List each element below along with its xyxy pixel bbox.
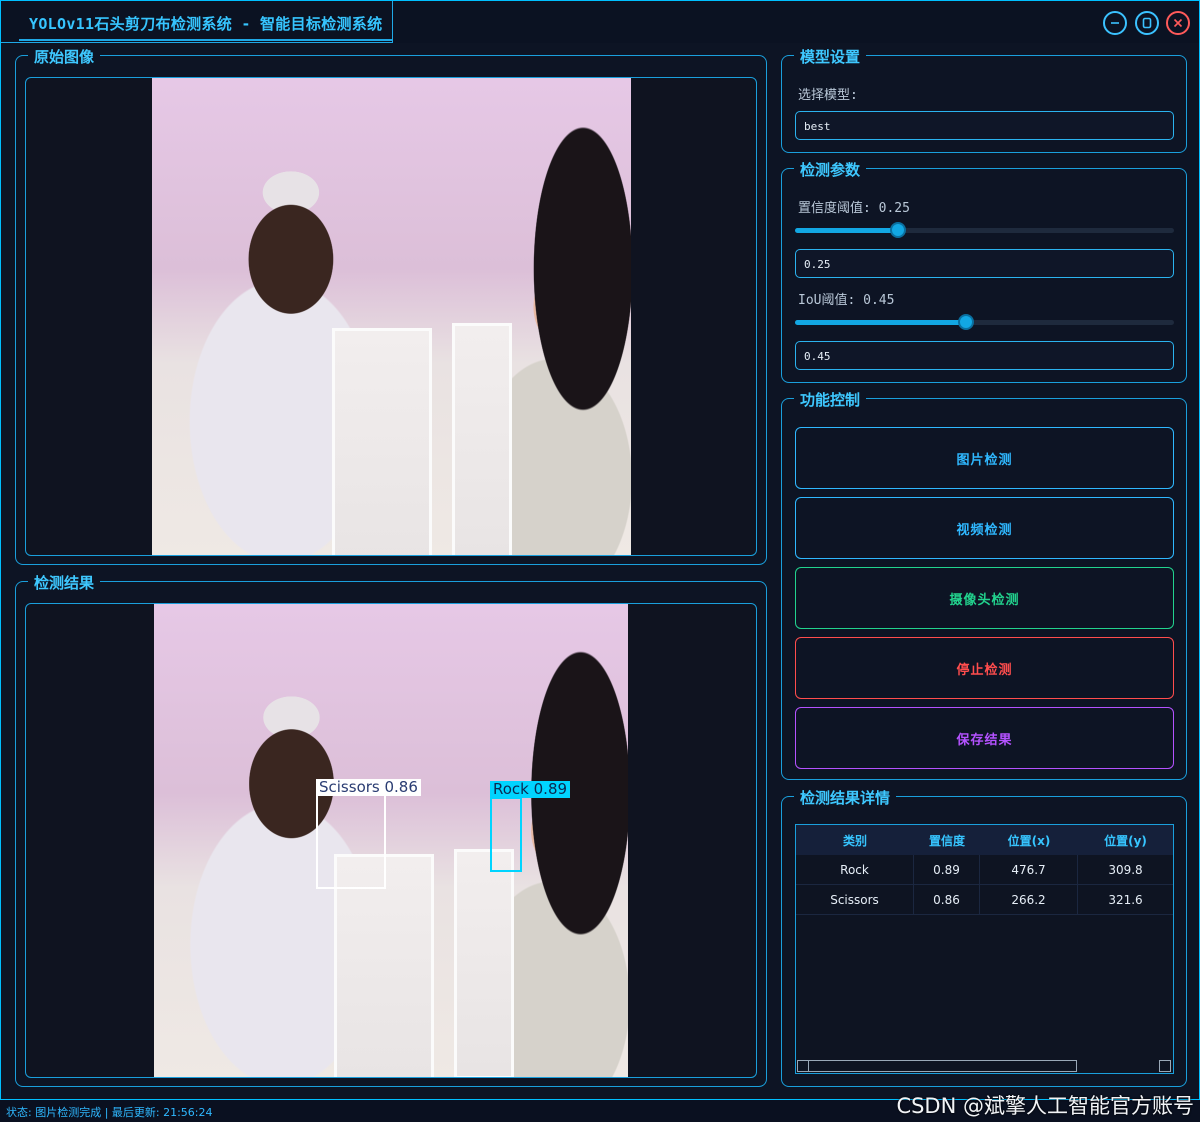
model-settings-title: 模型设置 xyxy=(794,46,867,67)
status-text: 状态: 图片检测完成 | 最后更新: 21:56:24 xyxy=(6,1106,213,1119)
column-header-y[interactable]: 位置(y) xyxy=(1078,825,1173,855)
iou-label: IoU阈值: 0.45 xyxy=(798,293,895,308)
scroll-left-arrow[interactable] xyxy=(799,1061,809,1071)
table-header: 类别 置信度 位置(x) 位置(y) xyxy=(796,825,1173,855)
image-detect-button[interactable]: 图片检测 xyxy=(795,427,1174,489)
maximize-icon xyxy=(1142,17,1152,29)
close-icon xyxy=(1173,18,1183,28)
video-detect-button[interactable]: 视频检测 xyxy=(795,497,1174,559)
rock-detection-box xyxy=(490,797,522,872)
function-control-title: 功能控制 xyxy=(794,389,867,410)
camera-detect-button[interactable]: 摄像头检测 xyxy=(795,567,1174,629)
table-row[interactable]: Rock 0.89 476.7 309.8 xyxy=(796,855,1173,885)
table-cell: 309.8 xyxy=(1108,862,1143,877)
app-window: YOLOv11石头剪刀布检测系统 - 智能目标检测系统 原始图像 检测结果 Sc… xyxy=(0,0,1200,1100)
confidence-slider-handle[interactable] xyxy=(890,222,907,238)
result-image-frame: Scissors 0.86 Rock 0.89 xyxy=(25,603,757,1078)
table-cell: 0.86 xyxy=(914,885,980,914)
title-bar: YOLOv11石头剪刀布检测系统 - 智能目标检测系统 xyxy=(1,1,1199,43)
scissors-detection-label: Scissors 0.86 xyxy=(316,779,421,796)
stop-detect-button[interactable]: 停止检测 xyxy=(795,637,1174,699)
iou-slider[interactable] xyxy=(795,314,1174,330)
background-door xyxy=(454,849,514,1077)
detection-params-title: 检测参数 xyxy=(794,159,867,180)
original-image xyxy=(152,78,631,555)
model-settings-panel: 模型设置 选择模型: best xyxy=(781,46,1187,153)
title-underline xyxy=(19,39,393,41)
close-button[interactable] xyxy=(1166,11,1190,35)
confidence-input[interactable]: 0.25 xyxy=(795,249,1174,278)
result-table: 类别 置信度 位置(x) 位置(y) Rock 0.89 476.7 309.8… xyxy=(795,824,1174,1074)
horizontal-scrollbar[interactable] xyxy=(797,1060,1077,1072)
function-control-panel: 功能控制 图片检测 视频检测 摄像头检测 停止检测 保存结果 xyxy=(781,389,1187,780)
model-select[interactable]: best xyxy=(795,111,1174,140)
confidence-slider[interactable] xyxy=(795,222,1174,238)
detection-result-title: 检测结果 xyxy=(28,572,101,593)
scissors-detection-box xyxy=(316,794,386,889)
minimize-icon xyxy=(1111,22,1119,24)
iou-slider-fill xyxy=(795,320,967,325)
iou-slider-handle[interactable] xyxy=(958,314,975,330)
save-result-button[interactable]: 保存结果 xyxy=(795,707,1174,769)
iou-input[interactable]: 0.45 xyxy=(795,341,1174,370)
original-image-title: 原始图像 xyxy=(28,46,101,67)
table-cell: 321.6 xyxy=(1108,892,1143,907)
original-image-panel: 原始图像 xyxy=(15,46,767,565)
rock-detection-label: Rock 0.89 xyxy=(490,781,571,798)
scroll-corner xyxy=(1159,1060,1171,1072)
table-row[interactable]: Scissors 0.86 266.2 321.6 xyxy=(796,885,1173,915)
result-details-panel: 检测结果详情 类别 置信度 位置(x) 位置(y) Rock 0.89 476.… xyxy=(781,787,1187,1087)
detection-result-panel: 检测结果 Scissors 0.86 Rock 0.89 xyxy=(15,572,767,1087)
column-header-class[interactable]: 类别 xyxy=(796,825,914,855)
background-door xyxy=(452,323,512,555)
confidence-label: 置信度阈值: 0.25 xyxy=(798,201,910,216)
detection-params-panel: 检测参数 置信度阈值: 0.25 0.25 IoU阈值: 0.45 0.45 xyxy=(781,159,1187,383)
table-cell: Scissors xyxy=(796,885,914,914)
original-image-frame xyxy=(25,77,757,556)
table-cell: 476.7 xyxy=(980,855,1078,884)
table-cell: 266.2 xyxy=(980,885,1078,914)
result-details-title: 检测结果详情 xyxy=(794,787,897,808)
result-image: Scissors 0.86 Rock 0.89 xyxy=(154,604,628,1077)
watermark-text: CSDN @斌擎人工智能官方账号 xyxy=(896,1094,1194,1118)
status-bar: 状态: 图片检测完成 | 最后更新: 21:56:24 CSDN @斌擎人工智能… xyxy=(0,1094,1200,1122)
background-door xyxy=(332,328,432,555)
table-cell: 0.89 xyxy=(914,855,980,884)
minimize-button[interactable] xyxy=(1103,11,1127,35)
confidence-slider-fill xyxy=(795,228,899,233)
window-title: YOLOv11石头剪刀布检测系统 - 智能目标检测系统 xyxy=(29,15,383,33)
table-cell: Rock xyxy=(796,855,914,884)
column-header-confidence[interactable]: 置信度 xyxy=(914,825,980,855)
maximize-button[interactable] xyxy=(1135,11,1159,35)
model-select-label: 选择模型: xyxy=(798,88,858,103)
column-header-x[interactable]: 位置(x) xyxy=(980,825,1078,855)
title-tab: YOLOv11石头剪刀布检测系统 - 智能目标检测系统 xyxy=(1,1,393,43)
